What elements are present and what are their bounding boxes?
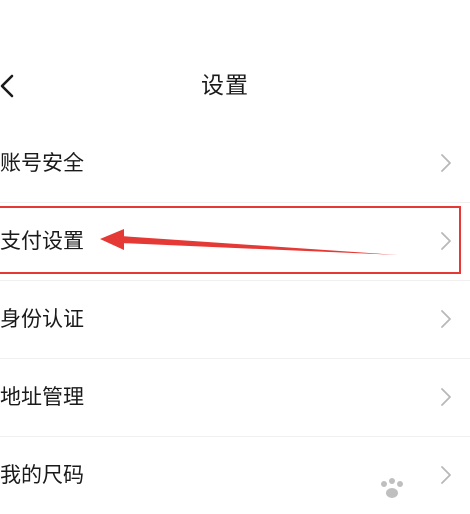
menu-item-label: 地址管理 [0,385,84,409]
nav-header: 设置 [0,60,470,112]
page-title: 设置 [201,73,249,99]
chevron-right-icon [440,387,452,407]
menu-item-label: 身份认证 [0,307,84,331]
menu-item-my-size[interactable]: 我的尺码 [0,436,470,514]
chevron-right-icon [440,465,452,485]
chevron-right-icon [440,153,452,173]
settings-menu-list: 账号安全 支付设置 身份认证 地址管理 我的尺码 [0,124,470,514]
chevron-right-icon [440,309,452,329]
menu-item-label: 支付设置 [0,229,84,253]
menu-item-label: 账号安全 [0,151,84,175]
menu-item-payment-settings[interactable]: 支付设置 [0,202,470,280]
menu-item-label: 我的尺码 [0,463,84,487]
chevron-right-icon [440,231,452,251]
menu-item-address-management[interactable]: 地址管理 [0,358,470,436]
menu-item-identity-verification[interactable]: 身份认证 [0,280,470,358]
menu-item-account-security[interactable]: 账号安全 [0,124,470,202]
